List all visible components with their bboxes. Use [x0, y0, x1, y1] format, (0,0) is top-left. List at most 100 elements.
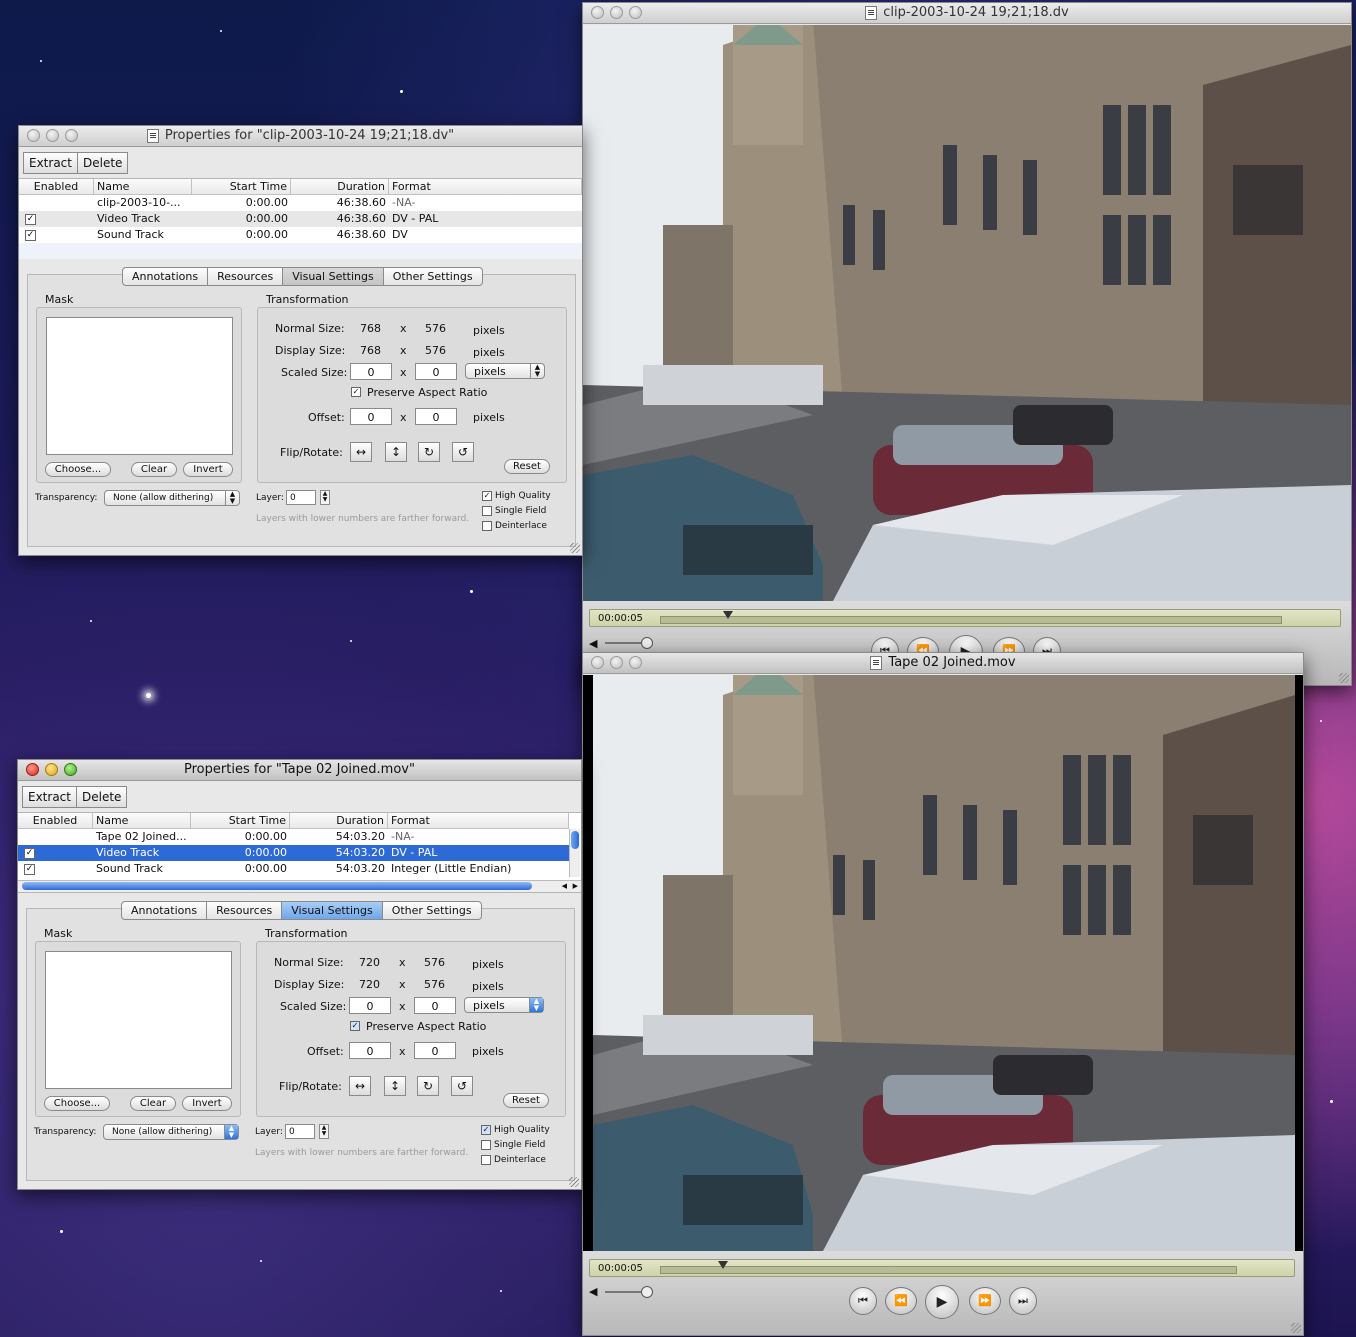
- horizontal-scrollbar[interactable]: ◀ ▶: [18, 880, 581, 892]
- choose-button[interactable]: Choose...: [44, 1096, 110, 1111]
- column-name[interactable]: Name: [94, 179, 192, 194]
- mask-well[interactable]: [46, 317, 233, 455]
- table-row[interactable]: Tape 02 Joined... 0:00.00 54:03.20 -NA-: [18, 829, 569, 845]
- high-quality-checkbox[interactable]: ✓: [482, 491, 492, 501]
- rewind-icon[interactable]: ⏪: [885, 1287, 917, 1315]
- clear-button[interactable]: Clear: [130, 1096, 176, 1111]
- title-bar[interactable]: Properties for "clip-2003-10-24 19;21;18…: [19, 126, 582, 147]
- enabled-checkbox[interactable]: ✓: [24, 847, 35, 859]
- resize-grip[interactable]: [570, 543, 580, 553]
- close-button[interactable]: [26, 763, 39, 776]
- table-row[interactable]: clip-2003-10-... 0:00.00 46:38.60 -NA-: [19, 195, 582, 211]
- table-row[interactable]: ✓ Video Track 0:00.00 46:38.60 DV - PAL: [19, 211, 582, 227]
- volume-slider[interactable]: [605, 1291, 645, 1293]
- resize-grip[interactable]: [1339, 673, 1349, 683]
- tab-annotations[interactable]: Annotations: [122, 902, 208, 919]
- layer-field[interactable]: 0: [286, 490, 316, 505]
- playhead[interactable]: [723, 611, 734, 619]
- flip-vertical-icon[interactable]: ↕: [384, 1076, 406, 1096]
- vertical-scroll-thumb[interactable]: [571, 831, 579, 849]
- flip-horizontal-icon[interactable]: ↔: [350, 442, 372, 462]
- title-bar[interactable]: Properties for "Tape 02 Joined.mov": [18, 760, 581, 781]
- rotate-counterclockwise-icon[interactable]: ↺: [451, 1076, 473, 1096]
- scaled-height-field[interactable]: 0: [414, 997, 456, 1014]
- layer-field[interactable]: 0: [285, 1124, 315, 1139]
- column-format[interactable]: Format: [388, 813, 569, 828]
- volume-icon[interactable]: ◀: [589, 637, 597, 650]
- volume-knob[interactable]: [641, 1286, 653, 1298]
- enabled-checkbox[interactable]: ✓: [24, 863, 35, 875]
- minimize-button[interactable]: [45, 763, 58, 776]
- tab-other-settings[interactable]: Other Settings: [384, 268, 482, 285]
- vertical-scrollbar[interactable]: [569, 829, 580, 877]
- timeline-track[interactable]: [660, 1266, 1237, 1274]
- column-start-time[interactable]: Start Time: [191, 813, 290, 828]
- resize-grip[interactable]: [1291, 1323, 1301, 1333]
- tab-visual-settings[interactable]: Visual Settings: [282, 902, 383, 919]
- go-to-end-icon[interactable]: ⏭: [1009, 1287, 1037, 1315]
- title-bar[interactable]: clip-2003-10-24 19;21;18.dv: [583, 3, 1351, 24]
- scaled-height-field[interactable]: 0: [415, 363, 457, 380]
- invert-button[interactable]: Invert: [182, 1096, 232, 1111]
- column-enabled[interactable]: Enabled: [18, 813, 93, 828]
- video-frame[interactable]: [583, 25, 1351, 601]
- tab-resources[interactable]: Resources: [208, 268, 284, 285]
- column-format[interactable]: Format: [389, 179, 582, 194]
- timeline-track[interactable]: [660, 616, 1282, 624]
- column-start-time[interactable]: Start Time: [192, 179, 291, 194]
- close-button[interactable]: [591, 656, 604, 669]
- preserve-aspect-checkbox[interactable]: ✓: [351, 387, 361, 397]
- timeline-display[interactable]: 00:00:05: [589, 609, 1341, 627]
- tab-visual-settings[interactable]: Visual Settings: [283, 268, 384, 285]
- offset-y-field[interactable]: 0: [414, 1042, 456, 1059]
- rotate-counterclockwise-icon[interactable]: ↺: [452, 442, 474, 462]
- deinterlace-checkbox[interactable]: [481, 1155, 491, 1165]
- column-name[interactable]: Name: [93, 813, 191, 828]
- high-quality-checkbox[interactable]: ✓: [481, 1125, 491, 1135]
- tab-resources[interactable]: Resources: [207, 902, 283, 919]
- offset-y-field[interactable]: 0: [415, 408, 457, 425]
- extract-button[interactable]: Extract: [23, 787, 77, 807]
- tab-other-settings[interactable]: Other Settings: [383, 902, 481, 919]
- play-icon[interactable]: ▶: [925, 1285, 959, 1319]
- table-row[interactable]: ✓ Sound Track 0:00.00 54:03.20 Integer (…: [18, 861, 569, 877]
- title-bar[interactable]: Tape 02 Joined.mov: [583, 653, 1303, 674]
- units-popup[interactable]: pixels ▲ ▼: [465, 363, 545, 379]
- scaled-width-field[interactable]: 0: [349, 997, 391, 1014]
- volume-knob[interactable]: [641, 637, 653, 649]
- layer-stepper[interactable]: ▲ ▼: [319, 1124, 329, 1139]
- preserve-aspect-checkbox[interactable]: ✓: [350, 1021, 360, 1031]
- horizontal-scroll-thumb[interactable]: [22, 882, 532, 890]
- clear-button[interactable]: Clear: [131, 462, 177, 477]
- single-field-checkbox[interactable]: [481, 1140, 491, 1150]
- extract-button[interactable]: Extract: [24, 153, 78, 173]
- volume-slider[interactable]: [605, 642, 645, 644]
- enabled-checkbox[interactable]: ✓: [25, 213, 36, 225]
- enabled-checkbox[interactable]: ✓: [25, 229, 36, 241]
- single-field-checkbox[interactable]: [482, 506, 492, 516]
- minimize-button[interactable]: [46, 129, 59, 142]
- delete-button[interactable]: Delete: [78, 153, 127, 173]
- zoom-button[interactable]: [629, 656, 642, 669]
- offset-x-field[interactable]: 0: [350, 408, 392, 425]
- choose-button[interactable]: Choose...: [45, 462, 111, 477]
- transparency-popup[interactable]: None (allow dithering) ▲ ▼: [104, 490, 240, 506]
- minimize-button[interactable]: [610, 6, 623, 19]
- reset-button[interactable]: Reset: [504, 459, 550, 474]
- zoom-button[interactable]: [629, 6, 642, 19]
- volume-icon[interactable]: ◀: [589, 1285, 597, 1298]
- transparency-popup[interactable]: None (allow dithering) ▲ ▼: [103, 1124, 239, 1140]
- scaled-width-field[interactable]: 0: [350, 363, 392, 380]
- delete-button[interactable]: Delete: [77, 787, 126, 807]
- rotate-clockwise-icon[interactable]: ↻: [417, 1076, 439, 1096]
- fast-forward-icon[interactable]: ⏩: [969, 1287, 1001, 1315]
- resize-grip[interactable]: [569, 1177, 579, 1187]
- units-popup[interactable]: pixels ▲ ▼: [464, 997, 544, 1013]
- table-row[interactable]: ✓ Sound Track 0:00.00 46:38.60 DV: [19, 227, 582, 243]
- column-duration[interactable]: Duration: [291, 179, 389, 194]
- tab-annotations[interactable]: Annotations: [123, 268, 209, 285]
- close-button[interactable]: [591, 6, 604, 19]
- mask-well[interactable]: [45, 951, 232, 1089]
- zoom-button[interactable]: [64, 763, 77, 776]
- video-frame[interactable]: [583, 675, 1303, 1251]
